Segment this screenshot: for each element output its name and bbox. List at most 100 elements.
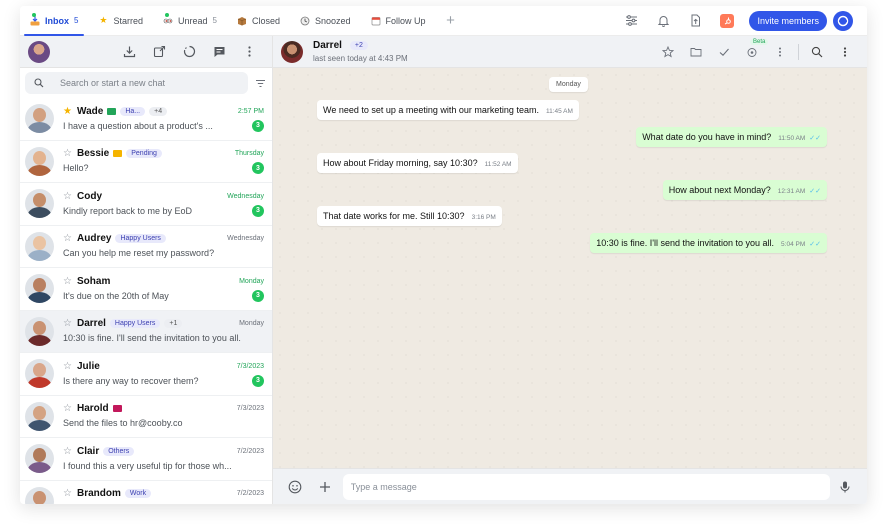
contact-avatar [25,231,54,261]
chat-item[interactable]: ☆ Cody Wednesday Kindly report back to m… [20,183,272,226]
contact-avatar [25,316,54,346]
status-ring-icon [183,45,195,58]
notifications-button[interactable] [647,6,679,36]
account-button[interactable] [833,10,853,31]
search-messages-button[interactable] [803,37,831,67]
contact-avatar[interactable] [281,40,303,63]
star-icon[interactable]: ☆ [63,446,73,457]
chat-item[interactable]: ☆ Darrel Happy Users +1 Monday 10:30 is f… [20,310,272,353]
chat-tag: +1 [164,319,183,329]
invite-members-button[interactable]: Invite members [749,10,827,31]
voice-message-button[interactable] [830,472,860,502]
clock-icon [300,16,310,26]
more-options-button[interactable] [831,37,859,67]
unread-badge: 3 [252,289,264,302]
label-flag-icon [112,405,122,413]
chat-list-header [20,36,272,68]
search-input[interactable] [60,78,240,88]
chat-preview: Kindly report back to me by EoD [63,205,193,216]
chat-preview: I have a question about a product's ... [63,120,213,131]
move-to-folder-button[interactable] [682,37,710,67]
message-input[interactable] [342,473,831,500]
top-bar: Inbox 5 ★ Starred Unread 5 Closed Snooze… [20,6,867,36]
chat-item[interactable]: ☆ Brandom Work 7/2/2023 [20,481,272,504]
message-time: 11:50 AM [778,135,806,142]
menu-button[interactable] [234,37,264,67]
chat-name: Cody [77,190,102,202]
filter-button[interactable] [255,78,266,89]
microphone-icon [840,481,850,492]
close-chat-button[interactable] [710,37,738,67]
chat-name: Wade [77,105,104,117]
download-button[interactable] [114,37,144,67]
attach-button[interactable] [310,472,340,502]
chat-tag: Work [124,489,152,499]
new-broadcast-button[interactable] [144,37,174,67]
bell-icon [657,16,670,27]
star-icon[interactable]: ☆ [63,403,73,414]
outgoing-message[interactable]: 10:30 is fine. I'll send the invitation … [590,233,827,253]
tab-follow-up[interactable]: Follow Up [361,6,436,36]
star-icon[interactable]: ★ [63,106,73,117]
star-icon[interactable]: ☆ [63,191,73,202]
composer [273,468,867,504]
incoming-message[interactable]: How about Friday morning, say 10:30? 11:… [317,153,518,173]
star-icon[interactable]: ☆ [63,361,73,372]
chat-item[interactable]: ☆ Audrey Happy Users Wednesday Can you h… [20,226,272,268]
message-area[interactable]: Monday We need to set up a meeting with … [273,68,867,468]
conversation-header: Darrel +2 last seen today at 4:43 PM Bet… [273,36,867,68]
star-icon[interactable]: ☆ [63,488,73,499]
unread-badge: 3 [252,119,264,132]
read-receipt-icon: ✓✓ [809,135,821,142]
box-icon [237,16,247,26]
star-icon[interactable]: ☆ [63,318,73,329]
star-icon[interactable]: ☆ [63,233,73,244]
outgoing-message[interactable]: What date do you have in mind? 11:50 AM … [636,127,827,147]
label-flag-icon [113,150,123,158]
unread-badge: 3 [252,162,264,175]
contact-info[interactable]: Darrel +2 last seen today at 4:43 PM [313,40,408,63]
contact-avatar [25,359,54,389]
chat-tag: +4 [149,106,168,116]
chat-item[interactable]: ☆ Soham Monday It's due on the 20th of M… [20,268,272,311]
tab-starred[interactable]: ★ Starred [88,6,153,36]
emoji-icon [288,480,302,493]
chat-name: Harold [77,403,109,415]
star-icon[interactable]: ☆ [63,148,73,159]
contact-avatar [25,104,54,134]
incoming-message[interactable]: We need to set up a meeting with our mar… [317,100,579,120]
chat-item[interactable]: ★ Wade Ha... +4 2:57 PM I have a question… [20,98,272,141]
outgoing-message[interactable]: How about next Monday? 12:31 AM ✓✓ [662,180,827,200]
new-chat-button[interactable] [204,37,234,67]
tab-unread[interactable]: Unread 5 [153,6,227,36]
chat-time: 7/2/2023 [236,490,264,498]
tab-closed[interactable]: Closed [227,6,290,36]
search-box [25,72,248,94]
unread-badge: 3 [252,204,264,217]
share-icon [153,45,165,58]
tab-inbox[interactable]: Inbox 5 [20,6,88,36]
my-avatar[interactable] [28,40,50,63]
chat-item[interactable]: ☆ Julie 7/3/2023 Is there any way to rec… [20,353,272,396]
chat-time: 7/3/2023 [236,405,264,413]
chat-item[interactable]: ☆ Bessie Pending Thursday Hello? 3 [20,141,272,183]
app-window: Inbox 5 ★ Starred Unread 5 Closed Snooze… [20,6,867,504]
chat-item[interactable]: ☆ Harold 7/3/2023 Send the files to hr@c… [20,396,272,438]
conversation-menu-button[interactable] [766,37,794,67]
hubspot-button[interactable] [711,6,743,36]
star-icon[interactable]: ☆ [63,276,73,287]
ai-assist-button[interactable]: Beta [738,37,769,67]
message-time: 11:45 AM [545,108,573,115]
contact-avatar [25,401,54,431]
star-chat-button[interactable] [654,37,682,67]
filters-button[interactable] [615,6,647,36]
status-button[interactable] [174,37,204,67]
chat-name: Julie [77,360,100,372]
chat-item[interactable]: ☆ Clair Others 7/2/2023 I found this a v… [20,438,272,481]
add-tab-button[interactable]: + [436,6,466,36]
emoji-button[interactable] [280,472,310,502]
incoming-message[interactable]: That date works for me. Still 10:30? 3:1… [317,206,502,226]
tab-snoozed[interactable]: Snoozed [290,6,361,36]
sparkle-icon [747,47,757,57]
export-button[interactable] [679,6,711,36]
